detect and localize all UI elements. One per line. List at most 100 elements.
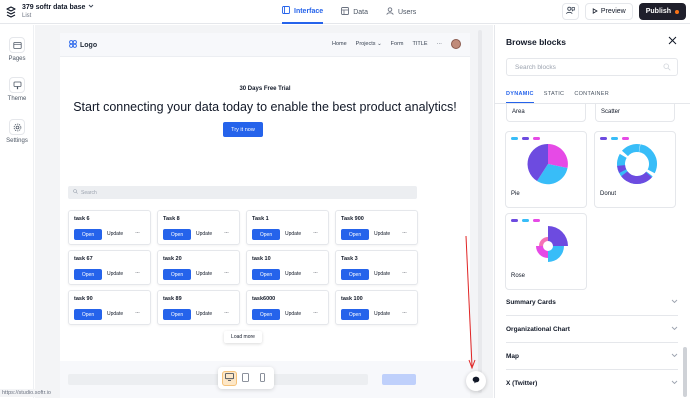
open-button[interactable]: Open	[163, 269, 191, 280]
task-card[interactable]: Task 8 Open Update ···	[157, 210, 240, 245]
task-card[interactable]: task 67 Open Update ···	[68, 250, 151, 285]
load-more-button[interactable]: Load more	[224, 331, 262, 343]
task-card[interactable]: Task 3 Open Update ···	[335, 250, 418, 285]
task-card[interactable]: Task 1 Open Update ···	[246, 210, 329, 245]
status-bar-url: https://studio.softr.io	[0, 389, 53, 397]
tab-dynamic[interactable]: DYNAMIC	[506, 91, 534, 103]
site-nav-home[interactable]: Home	[332, 41, 347, 47]
block-label-scatter: Scatter	[601, 109, 621, 115]
update-button[interactable]: Update	[107, 231, 123, 237]
task-card[interactable]: task 20 Open Update ···	[157, 250, 240, 285]
accordion-map[interactable]: Map	[506, 343, 678, 370]
chat-button[interactable]	[466, 371, 486, 391]
site-nav-form[interactable]: Form	[391, 41, 404, 47]
hero-title: Start connecting your data today to enab…	[73, 100, 457, 114]
open-button[interactable]: Open	[341, 309, 369, 320]
more-options-button[interactable]: ···	[224, 230, 229, 236]
more-options-button[interactable]: ···	[135, 270, 140, 276]
more-options-button[interactable]: ···	[224, 310, 229, 316]
open-button[interactable]: Open	[163, 309, 191, 320]
accordion-summary-cards[interactable]: Summary Cards	[506, 289, 678, 316]
open-button[interactable]: Open	[74, 229, 102, 240]
update-button[interactable]: Update	[374, 231, 390, 237]
more-options-button[interactable]: ···	[135, 230, 140, 236]
desktop-view-button[interactable]	[221, 370, 237, 386]
accordion-x-twitter[interactable]: X (Twitter)	[506, 370, 678, 397]
site-nav-title[interactable]: TITLE	[413, 41, 428, 47]
main-nav: Interface Data Users	[282, 0, 416, 24]
search-blocks-input[interactable]: Search blocks	[506, 58, 678, 76]
update-button[interactable]: Update	[107, 271, 123, 277]
canvas-scrollbar[interactable]	[478, 30, 482, 393]
task-card[interactable]: Task 900 Open Update ···	[335, 210, 418, 245]
tablet-icon	[242, 372, 250, 384]
more-options-button[interactable]: ···	[402, 270, 407, 276]
rail-item-theme[interactable]: Theme	[0, 77, 34, 102]
more-options-button[interactable]: ···	[313, 310, 318, 316]
tab-users-label: Users	[397, 8, 417, 16]
update-button[interactable]: Update	[374, 311, 390, 317]
block-card-rose[interactable]: Rose	[505, 213, 587, 290]
update-button[interactable]: Update	[196, 231, 212, 237]
block-card-donut[interactable]: Donut	[594, 131, 676, 208]
block-card-pie[interactable]: Pie	[505, 131, 587, 208]
task-card[interactable]: task 10 Open Update ···	[246, 250, 329, 285]
open-button[interactable]: Open	[252, 309, 280, 320]
users-comment-icon	[565, 6, 575, 17]
open-button[interactable]: Open	[74, 269, 102, 280]
comments-button[interactable]	[561, 3, 579, 20]
tab-users[interactable]: Users	[386, 0, 416, 24]
site-header[interactable]: Logo Home Projects ⌄ Form TITLE ···	[60, 33, 470, 57]
softr-logo-icon[interactable]	[4, 5, 18, 19]
more-options-button[interactable]: ···	[313, 270, 318, 276]
open-button[interactable]: Open	[252, 269, 280, 280]
open-button[interactable]: Open	[74, 309, 102, 320]
task-card[interactable]: task 90 Open Update ···	[68, 290, 151, 325]
panel-scrollbar[interactable]	[683, 347, 687, 397]
task-card[interactable]: task6000 Open Update ···	[246, 290, 329, 325]
update-button[interactable]: Update	[196, 271, 212, 277]
update-button[interactable]: Update	[107, 311, 123, 317]
mobile-view-button[interactable]	[255, 371, 270, 386]
mobile-icon	[260, 372, 266, 384]
rail-item-settings[interactable]: Settings	[0, 119, 34, 144]
site-logo[interactable]: Logo	[69, 40, 97, 50]
task-card[interactable]: task 100 Open Update ···	[335, 290, 418, 325]
update-button[interactable]: Update	[285, 311, 301, 317]
accordion-organizational-chart[interactable]: Organizational Chart	[506, 316, 678, 343]
more-options-button[interactable]: ···	[135, 310, 140, 316]
preview-button[interactable]: Preview	[584, 3, 633, 20]
cta-button[interactable]: Try it now	[223, 122, 263, 137]
page-preview: Logo Home Projects ⌄ Form TITLE ··· 30 D…	[60, 33, 470, 383]
more-options-button[interactable]: ···	[224, 270, 229, 276]
close-icon[interactable]	[668, 36, 677, 47]
avatar[interactable]	[451, 39, 461, 49]
open-button[interactable]: Open	[341, 269, 369, 280]
more-options-button[interactable]: ···	[402, 310, 407, 316]
tab-interface[interactable]: Interface	[282, 0, 324, 24]
project-selector[interactable]: 379 softr data base List	[22, 3, 94, 19]
block-card-scatter[interactable]: Scatter	[595, 104, 675, 122]
update-button[interactable]: Update	[196, 311, 212, 317]
update-button[interactable]: Update	[285, 271, 301, 277]
open-button[interactable]: Open	[163, 229, 191, 240]
update-button[interactable]: Update	[285, 231, 301, 237]
tablet-view-button[interactable]	[238, 371, 253, 386]
open-button[interactable]: Open	[341, 229, 369, 240]
tab-static[interactable]: STATIC	[544, 91, 565, 103]
legend-swatch	[522, 137, 529, 140]
more-options-button[interactable]: ···	[313, 230, 318, 236]
site-nav-projects[interactable]: Projects ⌄	[356, 41, 382, 47]
block-card-area[interactable]: Area	[506, 104, 586, 122]
tab-data[interactable]: Data	[341, 0, 368, 24]
list-search-input[interactable]: Search	[68, 186, 417, 199]
more-options-button[interactable]: ···	[402, 230, 407, 236]
task-card[interactable]: task 6 Open Update ···	[68, 210, 151, 245]
site-nav-more[interactable]: ···	[437, 41, 443, 47]
update-button[interactable]: Update	[374, 271, 390, 277]
tab-container[interactable]: CONTAINER	[574, 91, 609, 103]
rail-item-pages[interactable]: Pages	[0, 37, 34, 62]
publish-button[interactable]: Publish	[638, 3, 686, 20]
open-button[interactable]: Open	[252, 229, 280, 240]
task-card[interactable]: task 89 Open Update ···	[157, 290, 240, 325]
